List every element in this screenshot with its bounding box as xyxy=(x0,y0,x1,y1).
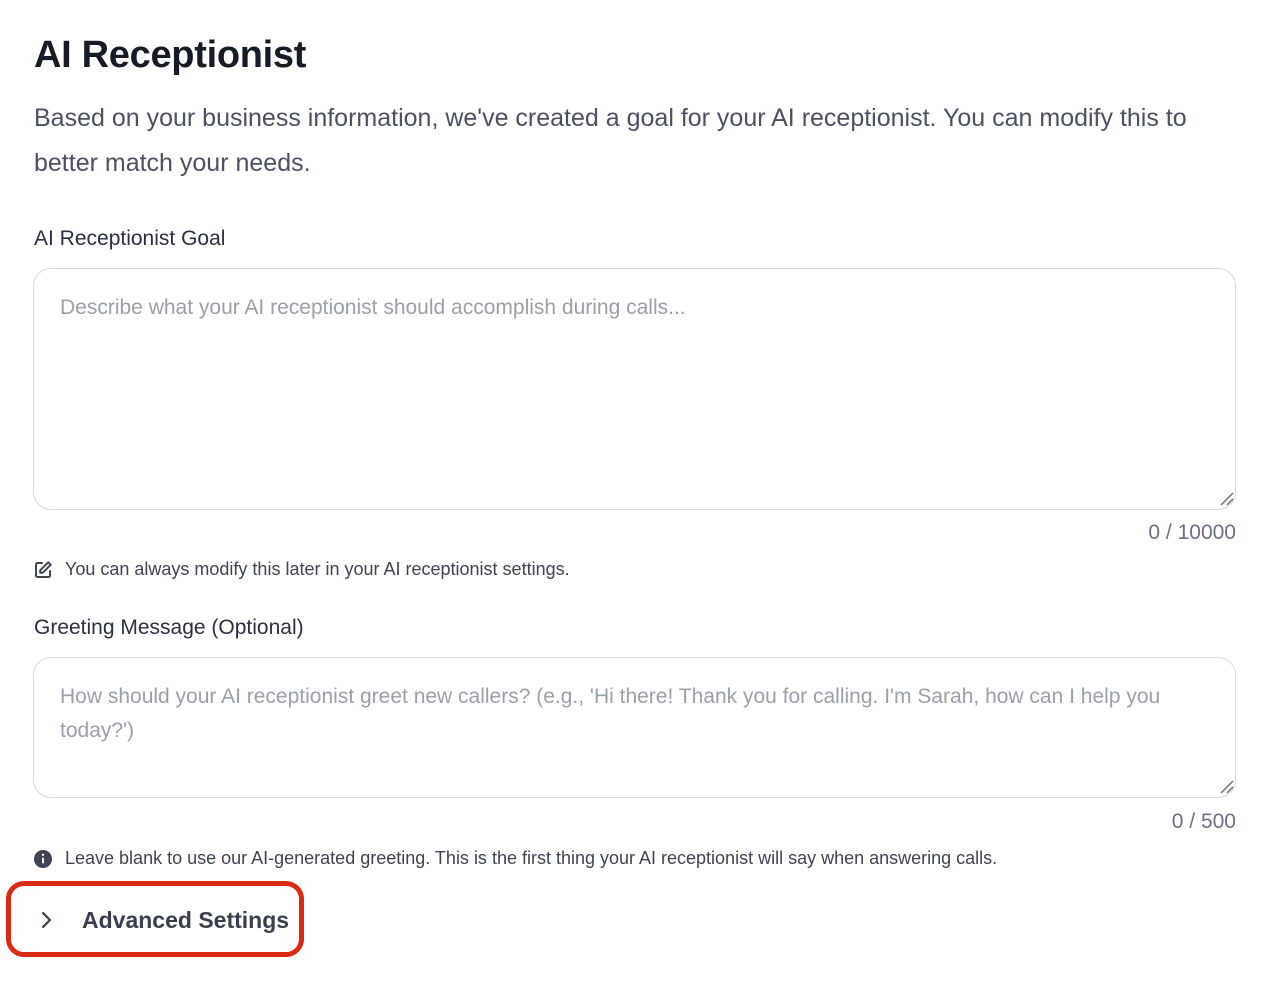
greeting-label: Greeting Message (Optional) xyxy=(34,616,304,639)
info-icon xyxy=(33,849,53,869)
page-title: AI Receptionist xyxy=(34,34,307,76)
chevron-right-icon xyxy=(34,908,58,932)
edit-icon xyxy=(33,560,53,580)
goal-char-count: 0 / 10000 xyxy=(1148,521,1236,544)
greeting-char-count: 0 / 500 xyxy=(1171,810,1236,833)
ai-receptionist-page: AI Receptionist Based on your business i… xyxy=(0,0,1266,1004)
resize-handle-icon[interactable] xyxy=(1218,778,1234,794)
goal-textarea[interactable] xyxy=(33,268,1236,510)
goal-label: AI Receptionist Goal xyxy=(34,227,226,250)
goal-helper-text: You can always modify this later in your… xyxy=(33,559,570,580)
advanced-settings-label: Advanced Settings xyxy=(82,906,290,933)
advanced-settings-toggle[interactable]: Advanced Settings xyxy=(24,896,299,944)
greeting-helper-label: Leave blank to use our AI-generated gree… xyxy=(65,848,998,868)
greeting-helper-text: Leave blank to use our AI-generated gree… xyxy=(33,848,997,869)
resize-handle-icon[interactable] xyxy=(1218,490,1234,506)
goal-helper-label: You can always modify this later in your… xyxy=(65,559,570,579)
greeting-textarea[interactable] xyxy=(33,657,1236,798)
page-description: Based on your business information, we'v… xyxy=(34,104,1187,177)
